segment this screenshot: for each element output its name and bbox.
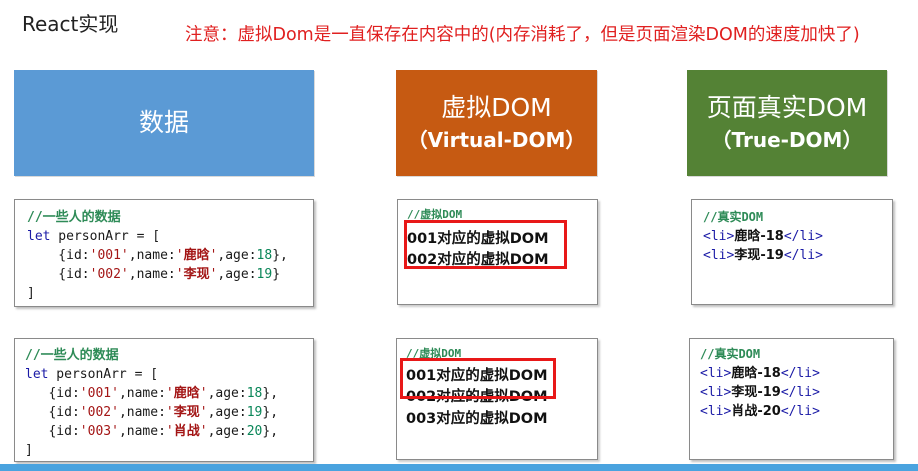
tdom-panel-2: //真实DOM <li>鹿晗-18</li> <li>李现-19</li> <l…: [689, 338, 894, 460]
code-close: ]: [27, 286, 35, 301]
code-keyword: let: [27, 229, 51, 244]
code-comment: //一些人的数据: [27, 210, 121, 225]
tdom-item: <li>鹿晗-18</li>: [700, 366, 820, 381]
tdom-item: <li>李现-19</li>: [700, 385, 820, 400]
tdom-header-label: 页面真实DOM: [706, 93, 868, 122]
code-keyword: let: [25, 367, 49, 382]
vdom-header-sublabel: （Virtual-DOM）: [407, 128, 586, 152]
code-comment: //一些人的数据: [25, 348, 119, 363]
vdom-item: 003对应的虚拟DOM: [406, 411, 548, 427]
tdom-panel-1: //真实DOM <li>鹿晗-18</li> <li>李现-19</li>: [691, 199, 893, 305]
highlight-box: [400, 358, 556, 399]
code-close: ]: [25, 443, 33, 458]
data-header-box: 数据: [14, 70, 314, 176]
code-row: {id:'002',name:'李现',age:19}: [27, 267, 281, 282]
tdom-header-sublabel: （True-DOM）: [711, 128, 863, 152]
data-header-label: 数据: [138, 108, 189, 137]
vdom-panel-2: //虚拟DOM 001对应的虚拟DOM 002对应的虚拟DOM 003对应的虚拟…: [396, 338, 598, 460]
vdom-header-label: 虚拟DOM: [441, 93, 552, 122]
code-row: {id:'001',name:'鹿晗',age:18},: [27, 248, 288, 263]
data-code-panel-1: //一些人的数据 let personArr = [ {id:'001',nam…: [14, 199, 314, 307]
page-title: React实现: [22, 12, 119, 36]
code-row: {id:'002',name:'李现',age:19},: [25, 405, 279, 420]
tdom-header-box: 页面真实DOM （True-DOM）: [687, 70, 887, 176]
code-row: {id:'003',name:'肖战',age:20},: [25, 424, 279, 439]
tdom-comment: //真实DOM: [703, 210, 764, 224]
bottom-bar: [0, 464, 918, 471]
vdom-header-box: 虚拟DOM （Virtual-DOM）: [396, 70, 597, 176]
vdom-panel-1: //虚拟DOM 001对应的虚拟DOM 002对应的虚拟DOM: [397, 199, 598, 305]
code-declaration: personArr = [: [48, 367, 159, 382]
tdom-item: <li>鹿晗-18</li>: [703, 229, 823, 244]
tdom-comment: //真实DOM: [700, 347, 761, 361]
code-row: {id:'001',name:'鹿晗',age:18},: [25, 386, 279, 401]
highlight-box: [404, 220, 567, 269]
tdom-item: <li>肖战-20</li>: [700, 404, 820, 419]
tdom-item: <li>李现-19</li>: [703, 248, 823, 263]
data-code-panel-2: //一些人的数据 let personArr = [ {id:'001',nam…: [14, 338, 314, 462]
code-declaration: personArr = [: [50, 229, 161, 244]
note-text: 注意：虚拟Dom是一直保存在内容中的(内存消耗了，但是页面渲染DOM的速度加快了…: [185, 25, 860, 45]
